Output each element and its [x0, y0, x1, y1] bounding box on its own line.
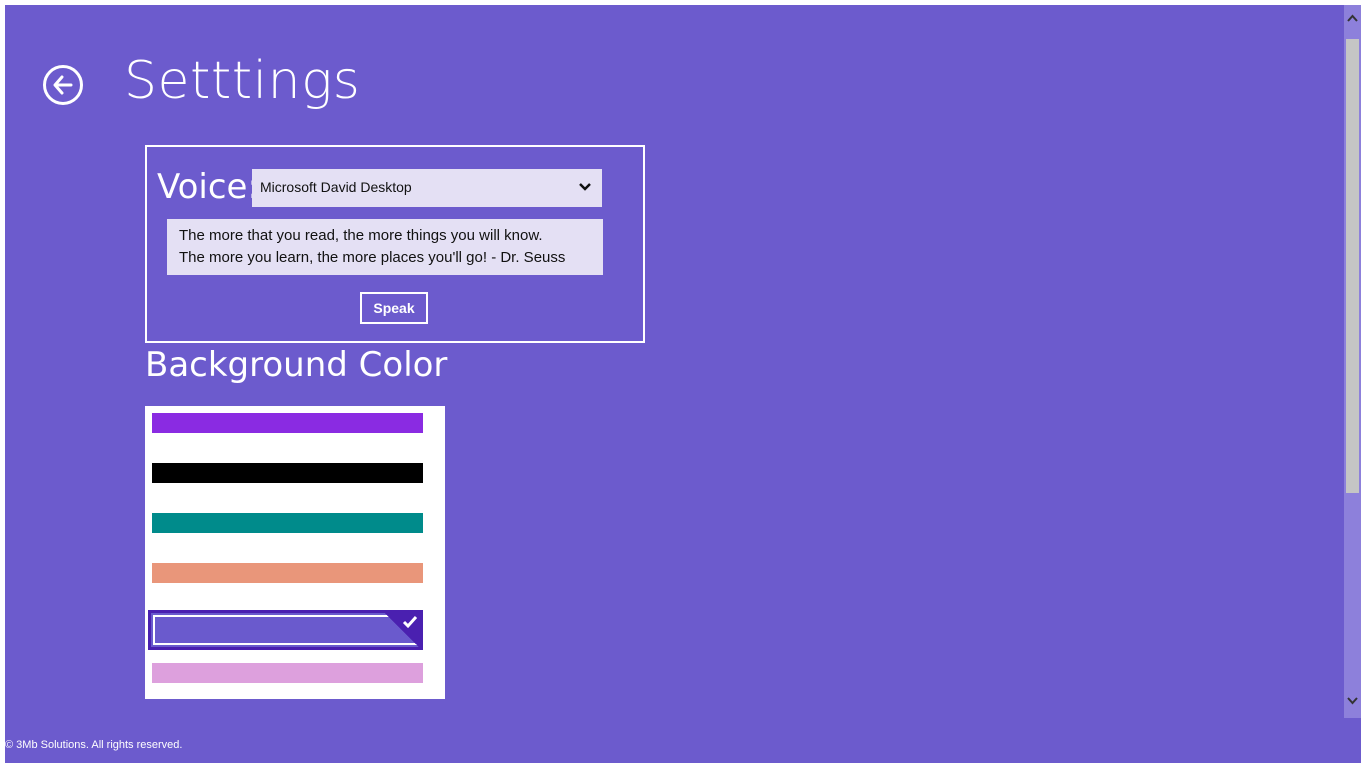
- speak-button[interactable]: Speak: [360, 292, 428, 324]
- voice-select-value: Microsoft David Desktop: [260, 179, 412, 195]
- color-swatch-6[interactable]: [152, 663, 423, 683]
- footer-copyright: © 3Mb Solutions. All rights reserved.: [5, 739, 183, 751]
- scroll-up-button[interactable]: [1344, 5, 1361, 35]
- scroll-down-button[interactable]: [1344, 688, 1361, 718]
- quote-line-1: The more that you read, the more things …: [179, 227, 543, 244]
- settings-page: Setttings Voice: Microsoft David Desktop…: [5, 5, 1361, 763]
- background-color-list: [145, 406, 445, 699]
- vertical-scrollbar[interactable]: [1344, 5, 1361, 718]
- chevron-down-icon: [579, 183, 591, 191]
- chevron-up-icon: [1347, 14, 1358, 22]
- background-color-heading: Background Color: [145, 345, 448, 385]
- voice-select[interactable]: Microsoft David Desktop: [252, 169, 602, 207]
- color-swatch-2[interactable]: [152, 463, 423, 483]
- selected-swatch-inner: [153, 615, 418, 645]
- voice-panel: Voice: Microsoft David Desktop The more …: [145, 145, 645, 343]
- back-arrow-icon: [53, 75, 73, 95]
- color-swatch-3[interactable]: [152, 513, 423, 533]
- color-swatch-5[interactable]: [148, 610, 423, 650]
- scroll-thumb[interactable]: [1346, 39, 1359, 493]
- quote-textbox[interactable]: The more that you read, the more things …: [167, 219, 603, 275]
- color-swatch-1[interactable]: [152, 413, 423, 433]
- chevron-down-icon: [1347, 697, 1358, 705]
- checkmark-icon: [402, 616, 418, 629]
- voice-label: Voice:: [157, 167, 259, 207]
- color-swatch-4[interactable]: [152, 563, 423, 583]
- back-button[interactable]: [43, 65, 83, 105]
- page-title: Setttings: [124, 51, 361, 111]
- quote-line-2: The more you learn, the more places you'…: [179, 249, 566, 266]
